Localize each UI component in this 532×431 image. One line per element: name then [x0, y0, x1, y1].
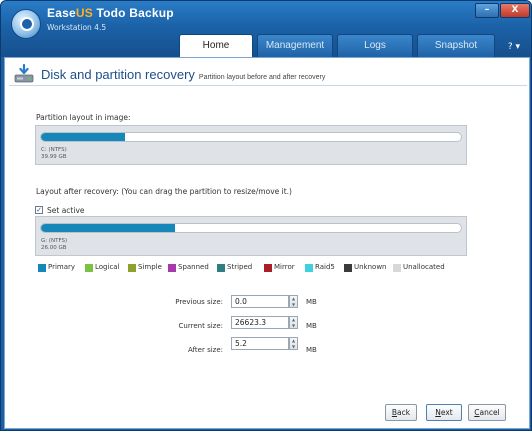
spanned-swatch: [168, 264, 176, 272]
current-size-stepper[interactable]: ▲ ▼: [289, 316, 298, 329]
image-partition-bar: [40, 132, 462, 142]
partition-c-name: C: (NTFS): [41, 147, 67, 153]
back-button[interactable]: Back: [385, 404, 417, 421]
spin-up-icon[interactable]: ▲: [291, 317, 296, 322]
unknown-swatch: [344, 264, 352, 272]
previous-size-input[interactable]: 0.0: [231, 295, 289, 308]
simple-swatch: [128, 264, 136, 272]
after-partition-bar: [40, 223, 462, 233]
page-subtitle: Partition layout before and after recove…: [198, 74, 326, 81]
close-button[interactable]: X: [500, 3, 530, 18]
main-panel: Disk and partition recovery Partition lay…: [4, 57, 530, 429]
disk-recovery-icon: [14, 64, 34, 83]
previous-size-unit: MB: [306, 298, 317, 306]
after-size-label: After size:: [188, 346, 223, 354]
image-layout-label: Partition layout in image:: [36, 113, 131, 122]
unallocated-swatch: [393, 264, 401, 272]
previous-size-stepper[interactable]: ▲ ▼: [289, 295, 298, 308]
cancel-button[interactable]: Cancel: [468, 404, 506, 421]
partition-c-size: 39.99 GB: [41, 154, 67, 160]
partition-c-segment: [41, 133, 125, 141]
tab-home[interactable]: Home: [179, 34, 253, 58]
mirror-swatch: [264, 264, 272, 272]
next-button[interactable]: Next: [426, 404, 462, 421]
current-size-unit: MB: [306, 322, 317, 330]
current-size-input[interactable]: 26623.3: [231, 316, 289, 329]
partition-g-size: 26.00 GB: [41, 245, 67, 251]
primary-swatch: [38, 264, 46, 272]
app-window: EaseUS Todo Backup Workstation 4.5 – X H…: [0, 0, 532, 431]
page-title: Disk and partition recovery Partition lay…: [41, 67, 326, 82]
after-size-input[interactable]: 5.2: [231, 337, 289, 350]
spin-down-icon[interactable]: ▼: [291, 323, 296, 328]
tab-management[interactable]: Management: [257, 34, 333, 57]
set-active-label: Set active: [47, 206, 85, 215]
spin-down-icon[interactable]: ▼: [291, 344, 296, 349]
previous-size-label: Previous size:: [175, 298, 223, 306]
spin-down-icon[interactable]: ▼: [291, 302, 296, 307]
partition-g-name: G: (NTFS): [41, 238, 68, 244]
tab-logs[interactable]: Logs: [337, 34, 413, 57]
set-active-checkbox[interactable]: ✓: [35, 206, 43, 214]
app-title: EaseUS Todo Backup: [47, 6, 174, 20]
spin-up-icon[interactable]: ▲: [291, 338, 296, 343]
raid5-swatch: [305, 264, 313, 272]
after-disk-map: G: (NTFS) 26.00 GB: [35, 216, 467, 256]
minimize-button[interactable]: –: [475, 3, 499, 18]
after-size-stepper[interactable]: ▲ ▼: [289, 337, 298, 350]
after-layout-label: Layout after recovery: (You can drag the…: [36, 187, 292, 196]
image-disk-map: C: (NTFS) 39.99 GB: [35, 125, 467, 165]
divider: [9, 85, 527, 86]
current-size-label: Current size:: [178, 322, 223, 330]
easeus-logo-icon: [11, 9, 41, 39]
striped-swatch: [217, 264, 225, 272]
spin-up-icon[interactable]: ▲: [291, 296, 296, 301]
after-size-unit: MB: [306, 346, 317, 354]
title-bar: EaseUS Todo Backup Workstation 4.5 – X H…: [1, 1, 531, 58]
app-edition: Workstation 4.5: [47, 23, 107, 32]
partition-g-segment[interactable]: [41, 224, 176, 232]
help-menu-button[interactable]: ? ▾: [503, 40, 525, 54]
logical-swatch: [85, 264, 93, 272]
tab-snapshot[interactable]: Snapshot: [417, 34, 495, 57]
